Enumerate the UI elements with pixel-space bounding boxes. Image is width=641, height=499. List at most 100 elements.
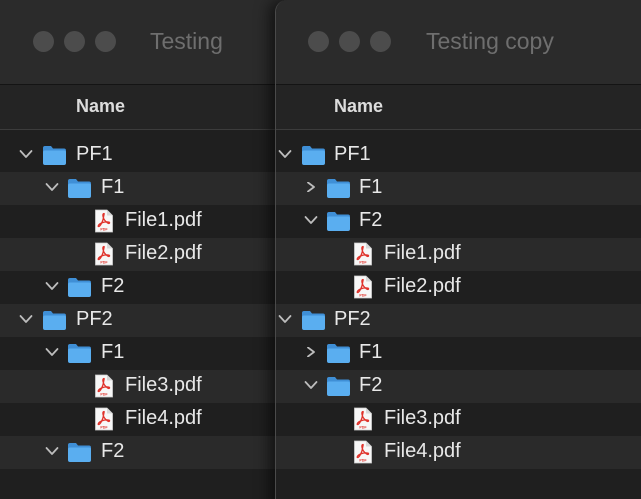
file-row[interactable]: PDF File3.pdf xyxy=(0,370,290,403)
item-name: File4.pdf xyxy=(384,440,461,462)
svg-text:PDF: PDF xyxy=(100,393,108,397)
folder-row[interactable]: PF2 xyxy=(276,304,641,337)
folder-icon xyxy=(68,443,91,462)
pdf-file-icon: PDF xyxy=(354,275,372,299)
item-name: PF1 xyxy=(334,143,371,165)
window-controls xyxy=(308,31,391,52)
folder-row[interactable]: F1 xyxy=(276,172,641,205)
item-name: F2 xyxy=(359,209,383,231)
disclosure-chevron-down-icon[interactable] xyxy=(278,314,292,324)
column-header-name[interactable]: Name xyxy=(0,85,290,130)
window-title: Testing xyxy=(150,28,223,54)
file-list: PF1 F1 PDF File1.pdf PDF File2.pdf F2 PF2 F1 PDF F… xyxy=(0,139,290,469)
window-titlebar[interactable]: Testing copy xyxy=(276,0,641,85)
pdf-file-icon: PDF xyxy=(354,407,372,431)
item-name: F1 xyxy=(101,176,125,198)
file-list: PF1 F1 F2 PDF File1.pdf PDF File2.pdf PF2 F1 F2 PD… xyxy=(276,139,641,469)
window-titlebar[interactable]: Testing xyxy=(0,0,290,85)
file-row[interactable]: PDF File3.pdf xyxy=(276,403,641,436)
folder-icon xyxy=(302,311,325,330)
file-row[interactable]: PDF File1.pdf xyxy=(0,205,290,238)
item-name: F1 xyxy=(359,341,383,363)
folder-row[interactable]: PF1 xyxy=(276,139,641,172)
folder-row[interactable]: F2 xyxy=(276,205,641,238)
folder-icon xyxy=(43,311,66,330)
file-row[interactable]: PDF File2.pdf xyxy=(276,271,641,304)
pdf-file-icon: PDF xyxy=(95,242,113,266)
item-name: File4.pdf xyxy=(125,407,202,429)
svg-text:PDF: PDF xyxy=(359,294,367,298)
disclosure-chevron-down-icon[interactable] xyxy=(304,380,318,390)
item-name: PF2 xyxy=(76,308,113,330)
folder-icon xyxy=(327,212,350,231)
folder-row[interactable]: F2 xyxy=(0,271,290,304)
item-name: File3.pdf xyxy=(125,374,202,396)
minimize-button[interactable] xyxy=(339,31,360,52)
zoom-button[interactable] xyxy=(95,31,116,52)
svg-text:PDF: PDF xyxy=(359,459,367,463)
folder-icon xyxy=(68,344,91,363)
disclosure-chevron-down-icon[interactable] xyxy=(304,215,318,225)
folder-row[interactable]: F1 xyxy=(0,172,290,205)
folder-icon xyxy=(68,179,91,198)
minimize-button[interactable] xyxy=(64,31,85,52)
close-button[interactable] xyxy=(33,31,54,52)
folder-icon xyxy=(68,278,91,297)
folder-icon xyxy=(327,179,350,198)
folder-row[interactable]: PF1 xyxy=(0,139,290,172)
item-name: File1.pdf xyxy=(125,209,202,231)
file-row[interactable]: PDF File4.pdf xyxy=(276,436,641,469)
window-controls xyxy=(33,31,116,52)
item-name: F1 xyxy=(101,341,125,363)
item-name: PF2 xyxy=(334,308,371,330)
zoom-button[interactable] xyxy=(370,31,391,52)
svg-text:PDF: PDF xyxy=(100,228,108,232)
svg-text:PDF: PDF xyxy=(100,261,108,265)
folder-icon xyxy=(302,146,325,165)
disclosure-chevron-right-icon[interactable] xyxy=(304,182,318,192)
column-header-label: Name xyxy=(76,96,126,116)
close-button[interactable] xyxy=(308,31,329,52)
pdf-file-icon: PDF xyxy=(95,374,113,398)
folder-icon xyxy=(327,344,350,363)
item-name: File3.pdf xyxy=(384,407,461,429)
disclosure-chevron-down-icon[interactable] xyxy=(19,149,33,159)
item-name: File2.pdf xyxy=(384,275,461,297)
item-name: F2 xyxy=(359,374,383,396)
desktop: Testing Name PF1 F1 PDF File1.pdf PDF File2.p… xyxy=(0,0,641,499)
item-name: File2.pdf xyxy=(125,242,202,264)
folder-row[interactable]: F2 xyxy=(276,370,641,403)
item-name: F2 xyxy=(101,440,125,462)
disclosure-chevron-down-icon[interactable] xyxy=(45,281,59,291)
folder-row[interactable]: F1 xyxy=(0,337,290,370)
file-row[interactable]: PDF File1.pdf xyxy=(276,238,641,271)
disclosure-chevron-down-icon[interactable] xyxy=(45,446,59,456)
svg-text:PDF: PDF xyxy=(100,426,108,430)
window-title: Testing copy xyxy=(426,28,554,54)
disclosure-chevron-right-icon[interactable] xyxy=(304,347,318,357)
finder-window-testing-copy: Testing copy Name PF1 F1 F2 PDF File1.pdf PDF… xyxy=(275,0,641,499)
pdf-file-icon: PDF xyxy=(354,242,372,266)
svg-text:PDF: PDF xyxy=(359,261,367,265)
folder-row[interactable]: F1 xyxy=(276,337,641,370)
item-name: F2 xyxy=(101,275,125,297)
finder-window-testing: Testing Name PF1 F1 PDF File1.pdf PDF File2.p… xyxy=(0,0,290,499)
file-row[interactable]: PDF File4.pdf xyxy=(0,403,290,436)
folder-icon xyxy=(327,377,350,396)
disclosure-chevron-down-icon[interactable] xyxy=(278,149,292,159)
item-name: File1.pdf xyxy=(384,242,461,264)
folder-row[interactable]: F2 xyxy=(0,436,290,469)
column-header-label: Name xyxy=(334,96,384,116)
pdf-file-icon: PDF xyxy=(95,407,113,431)
pdf-file-icon: PDF xyxy=(354,440,372,464)
disclosure-chevron-down-icon[interactable] xyxy=(45,347,59,357)
file-row[interactable]: PDF File2.pdf xyxy=(0,238,290,271)
folder-icon xyxy=(43,146,66,165)
svg-text:PDF: PDF xyxy=(359,426,367,430)
item-name: F1 xyxy=(359,176,383,198)
column-header-name[interactable]: Name xyxy=(276,85,641,130)
pdf-file-icon: PDF xyxy=(95,209,113,233)
disclosure-chevron-down-icon[interactable] xyxy=(45,182,59,192)
disclosure-chevron-down-icon[interactable] xyxy=(19,314,33,324)
folder-row[interactable]: PF2 xyxy=(0,304,290,337)
